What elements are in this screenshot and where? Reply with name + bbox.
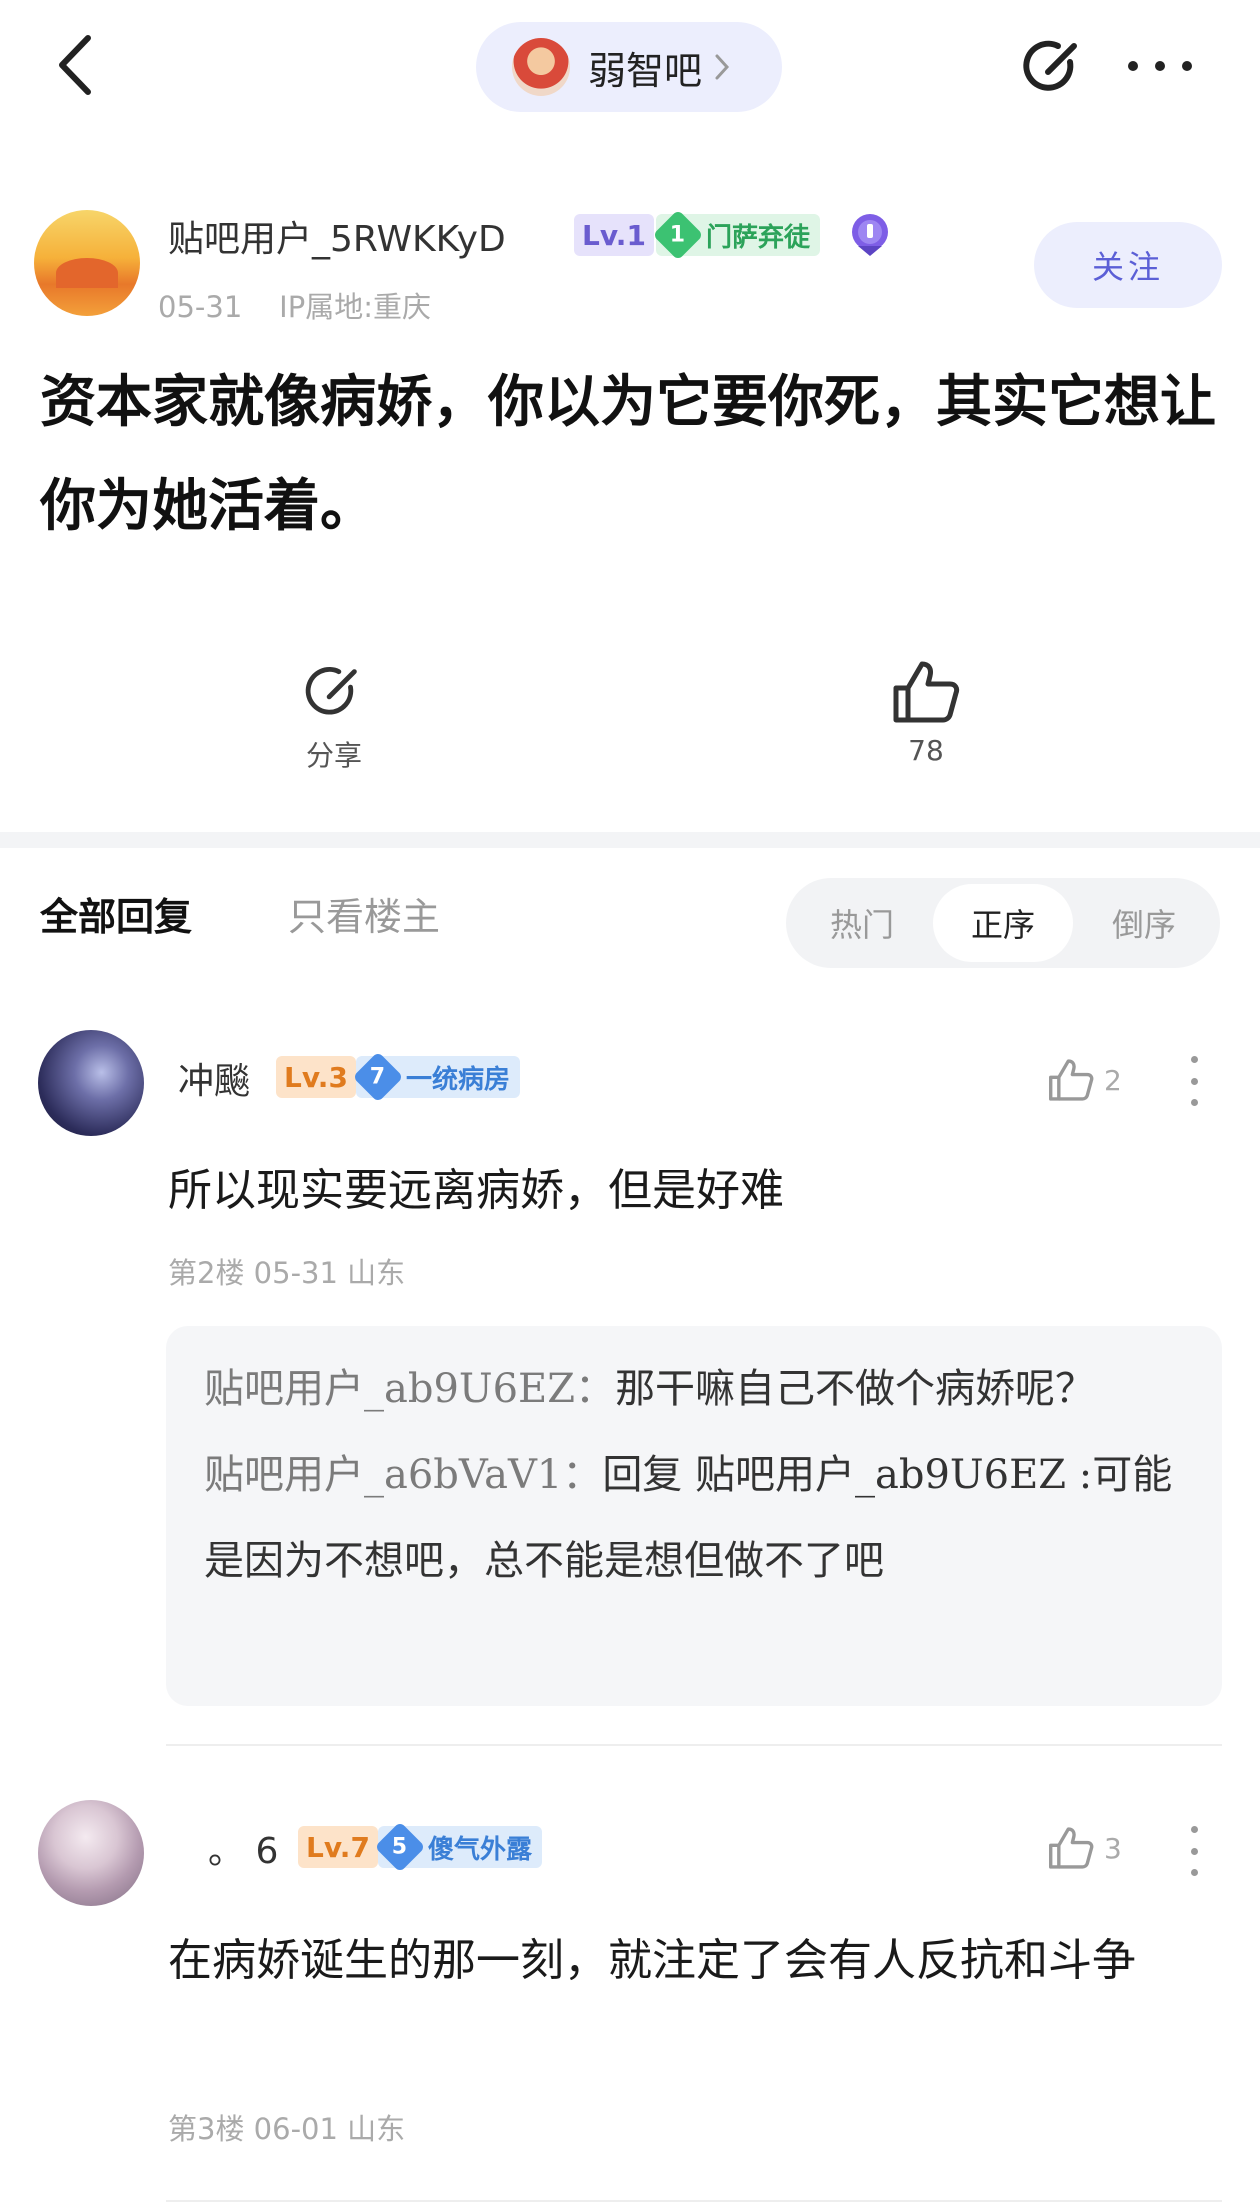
follow-button[interactable]: 关注 xyxy=(1034,222,1222,308)
dot-icon xyxy=(1182,61,1192,71)
level-badge: Lv.7 xyxy=(298,1826,378,1868)
thumbs-up-icon xyxy=(1049,1827,1094,1869)
sub-reply-user[interactable]: 贴吧用户_ab9U6EZ： xyxy=(204,1366,615,1412)
member-gem-icon: 1 xyxy=(652,209,704,261)
comment-like-count: 3 xyxy=(1104,1831,1122,1865)
more-button[interactable] xyxy=(1128,48,1192,84)
comment-more-button[interactable] xyxy=(1188,1056,1200,1106)
forum-name: 弱智吧 xyxy=(588,48,703,93)
post-ip: IP属地:重庆 xyxy=(279,290,431,324)
forum-pill[interactable]: 弱智吧 xyxy=(476,22,782,112)
comment-author[interactable]: 。 6 xyxy=(208,1822,278,1874)
member-gem-icon: 7 xyxy=(352,1051,404,1103)
thumbs-up-icon xyxy=(1049,1059,1094,1101)
post-content: 资本家就像病娇，你以为它要你死，其实它想让你为她活着。 xyxy=(40,369,1216,539)
forum-avatar xyxy=(512,38,570,96)
dot-icon xyxy=(1190,1869,1198,1876)
back-chevron-icon xyxy=(59,35,91,95)
member-title: 傻气外露 xyxy=(428,1834,533,1865)
comment-divider xyxy=(166,2200,1222,2202)
level-badge: Lv.1 xyxy=(574,214,654,256)
dot-icon xyxy=(1155,61,1165,71)
member-badge[interactable]: 7 一统病房 xyxy=(352,1051,521,1103)
comment-more-button[interactable] xyxy=(1188,1826,1200,1876)
tab-op-only[interactable]: 只看楼主 xyxy=(288,886,440,941)
dot-icon xyxy=(1190,1826,1198,1833)
sub-reply: 贴吧用户_a6bVaV1：回复 贴吧用户_ab9U6EZ :可能是因为不想吧，总… xyxy=(204,1432,1184,1604)
dot-icon xyxy=(1190,1077,1198,1085)
sub-reply-user[interactable]: 贴吧用户_a6bVaV1： xyxy=(204,1452,602,1498)
member-badge[interactable]: 1 门萨弃徒 xyxy=(652,209,821,261)
post-meta: 05-31 IP属地:重庆 xyxy=(158,284,431,326)
comment-divider xyxy=(166,1744,1222,1746)
thumbs-up-icon xyxy=(893,661,960,723)
sort-descending[interactable]: 倒序 xyxy=(1074,884,1214,962)
share-label: 分享 xyxy=(305,739,362,772)
sub-reply: 贴吧用户_ab9U6EZ：那干嘛自己不做个病娇呢？ xyxy=(204,1346,1184,1432)
edit-share-icon xyxy=(1023,40,1077,91)
post-date: 05-31 xyxy=(158,290,243,324)
sort-hot[interactable]: 热门 xyxy=(792,884,932,962)
dot-icon xyxy=(1128,61,1138,71)
section-divider xyxy=(0,832,1260,848)
comment-avatar[interactable] xyxy=(38,1800,144,1906)
sub-replies-box[interactable]: 贴吧用户_ab9U6EZ：那干嘛自己不做个病娇呢？ 贴吧用户_a6bVaV1：回… xyxy=(166,1326,1222,1706)
member-title: 一统病房 xyxy=(406,1064,511,1095)
comment-author[interactable]: 冲飈 xyxy=(178,1052,250,1104)
comment-text: 所以现实要远离病娇，但是好难 xyxy=(168,1165,784,1216)
like-count: 78 xyxy=(908,734,944,767)
comment-meta: 第2楼 05-31 山东 xyxy=(168,1256,406,1290)
comment-like-button[interactable]: 2 xyxy=(1048,1058,1122,1102)
edit-share-button[interactable] xyxy=(1020,34,1086,100)
member-gem-icon: 5 xyxy=(374,1821,426,1873)
sort-toggle: 热门 正序 倒序 xyxy=(786,878,1220,968)
comment-meta: 第3楼 06-01 山东 xyxy=(168,2112,406,2146)
like-button[interactable]: 78 xyxy=(846,660,1006,767)
author-name[interactable]: 贴吧用户_5RWKKyD xyxy=(168,210,506,262)
share-icon xyxy=(305,667,357,715)
member-title: 门萨弃徒 xyxy=(706,222,811,253)
dot-icon xyxy=(1190,1056,1198,1063)
author-avatar[interactable] xyxy=(34,210,140,316)
level-badge: Lv.3 xyxy=(276,1056,356,1098)
comment-like-count: 2 xyxy=(1104,1063,1122,1097)
sort-ascending[interactable]: 正序 xyxy=(933,884,1073,962)
top-bar: 弱智吧 xyxy=(0,0,1260,130)
tab-all-replies[interactable]: 全部回复 xyxy=(40,886,192,941)
comment-like-button[interactable]: 3 xyxy=(1048,1826,1122,1870)
back-button[interactable] xyxy=(48,30,100,100)
dot-icon xyxy=(1190,1847,1198,1855)
dot-icon xyxy=(1190,1099,1198,1106)
comment-avatar[interactable] xyxy=(38,1030,144,1136)
sub-reply-text: 那干嘛自己不做个病娇呢？ xyxy=(615,1366,1096,1412)
medal-icon xyxy=(852,214,888,256)
member-badge[interactable]: 5 傻气外露 xyxy=(374,1821,543,1873)
chevron-right-icon xyxy=(715,54,730,80)
comment-text: 在病娇诞生的那一刻，就注定了会有人反抗和斗争 xyxy=(168,1935,1136,1986)
share-button[interactable]: 分享 xyxy=(254,660,414,774)
